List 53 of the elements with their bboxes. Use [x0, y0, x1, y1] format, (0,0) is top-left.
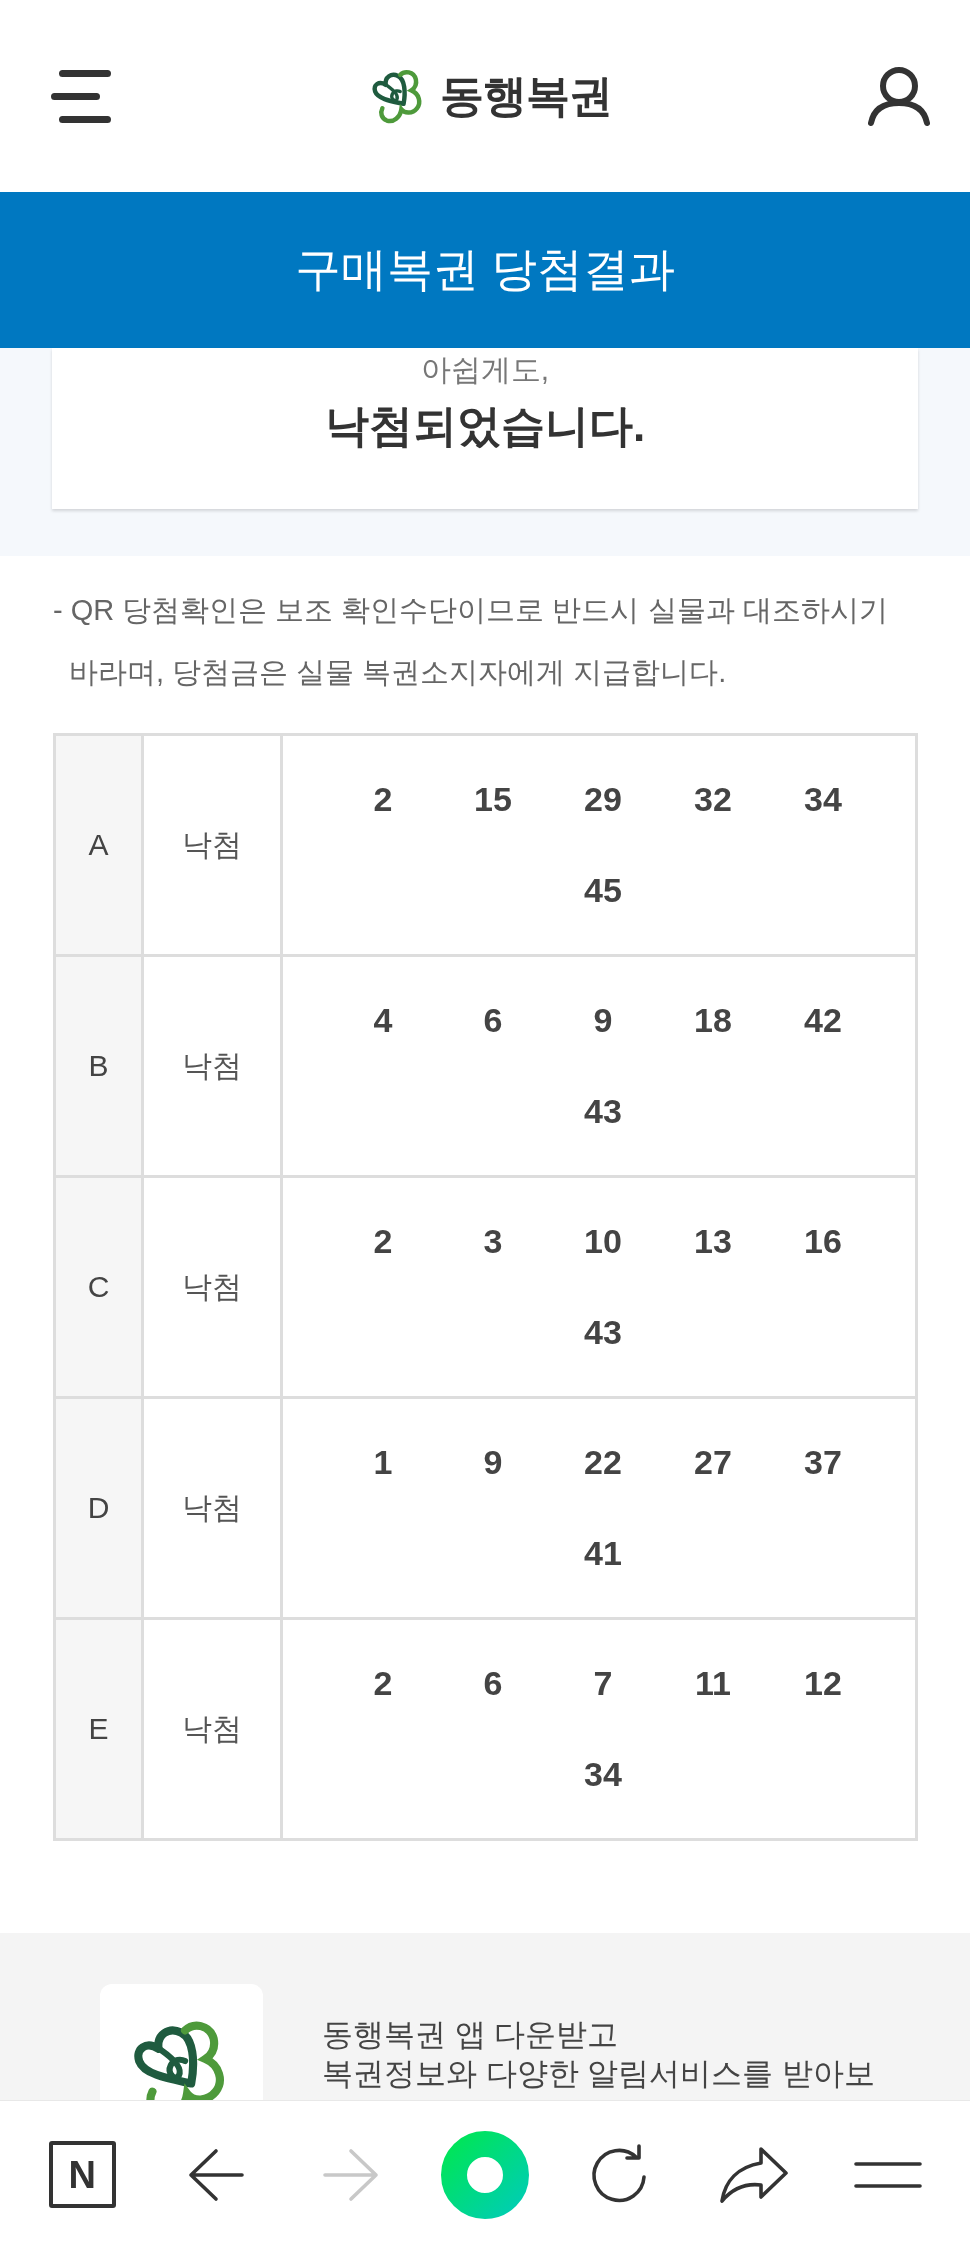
- lottery-number: 9: [593, 1000, 613, 1041]
- lottery-number: 45: [584, 870, 622, 911]
- boxed-letter-button[interactable]: N: [48, 2141, 116, 2208]
- game-label-cell: E: [54, 1618, 143, 1840]
- user-icon[interactable]: [867, 65, 931, 127]
- lottery-number: 6: [483, 1000, 503, 1041]
- lottery-number: 11: [695, 1663, 731, 1704]
- lottery-number: 12: [804, 1663, 842, 1704]
- result-cell: 낙첨: [142, 955, 282, 1177]
- menu-icon[interactable]: [853, 2160, 922, 2189]
- result-message: 낙첨되었습니다.: [324, 400, 646, 452]
- back-icon[interactable]: [188, 2147, 245, 2202]
- lottery-number: 1: [373, 1442, 393, 1483]
- lottery-number: 43: [584, 1091, 622, 1132]
- lottery-number: 34: [804, 779, 842, 820]
- lottery-number: 3: [483, 1221, 503, 1262]
- result-cell: 낙첨: [142, 734, 282, 956]
- lottery-number: 41: [584, 1533, 622, 1574]
- lottery-number: 27: [694, 1442, 732, 1483]
- game-label-cell: D: [54, 1397, 143, 1619]
- lottery-number: 22: [584, 1442, 622, 1483]
- page-title: 구매복권 당첨결과: [294, 242, 676, 298]
- lottery-number: 13: [694, 1221, 732, 1262]
- lottery-number: 16: [804, 1221, 842, 1262]
- lottery-number: 2: [373, 1663, 393, 1704]
- message-intro-text: 아쉽게도,: [420, 352, 550, 388]
- promo-text: 복권정보와 다양한 알림서비스를 받아보: [322, 2056, 875, 2092]
- lottery-number: 42: [804, 1000, 842, 1041]
- lottery-number: 7: [593, 1663, 613, 1704]
- notice-text: - QR 당첨확인은 보조 확인수단이므로 반드시 실물과 대조하시기 바라며, 당첨금은 실물 복권소지자에게 지급합니다.: [53, 593, 889, 690]
- lottery-number: 29: [584, 779, 622, 820]
- lottery-number: 18: [694, 1000, 732, 1041]
- share-icon[interactable]: [718, 2144, 789, 2205]
- lottery-number: 37: [804, 1442, 842, 1483]
- result-cell: 낙첨: [142, 1397, 282, 1619]
- lottery-number: 10: [584, 1221, 622, 1262]
- lottery-number: 43: [584, 1312, 622, 1353]
- game-label-cell: A: [54, 734, 143, 956]
- site-logo-link[interactable]: 동행복권: [370, 67, 612, 125]
- lottery-number: 34: [584, 1754, 622, 1795]
- result-cell: 낙첨: [142, 1618, 282, 1840]
- lottery-number: 4: [373, 1000, 393, 1041]
- result-cell: 낙첨: [142, 1176, 282, 1398]
- menu-icon[interactable]: [51, 69, 111, 123]
- lottery-number: 2: [373, 1221, 393, 1262]
- promo-text: 동행복권 앱 다운받고: [322, 2016, 620, 2054]
- lottery-number: 2: [373, 779, 393, 820]
- lottery-number: 15: [474, 779, 512, 820]
- game-label-cell: B: [54, 955, 143, 1177]
- game-label-cell: C: [54, 1176, 143, 1398]
- lottery-number: 6: [483, 1663, 503, 1704]
- lottery-number: 32: [694, 779, 732, 820]
- lottery-number: 9: [483, 1442, 503, 1483]
